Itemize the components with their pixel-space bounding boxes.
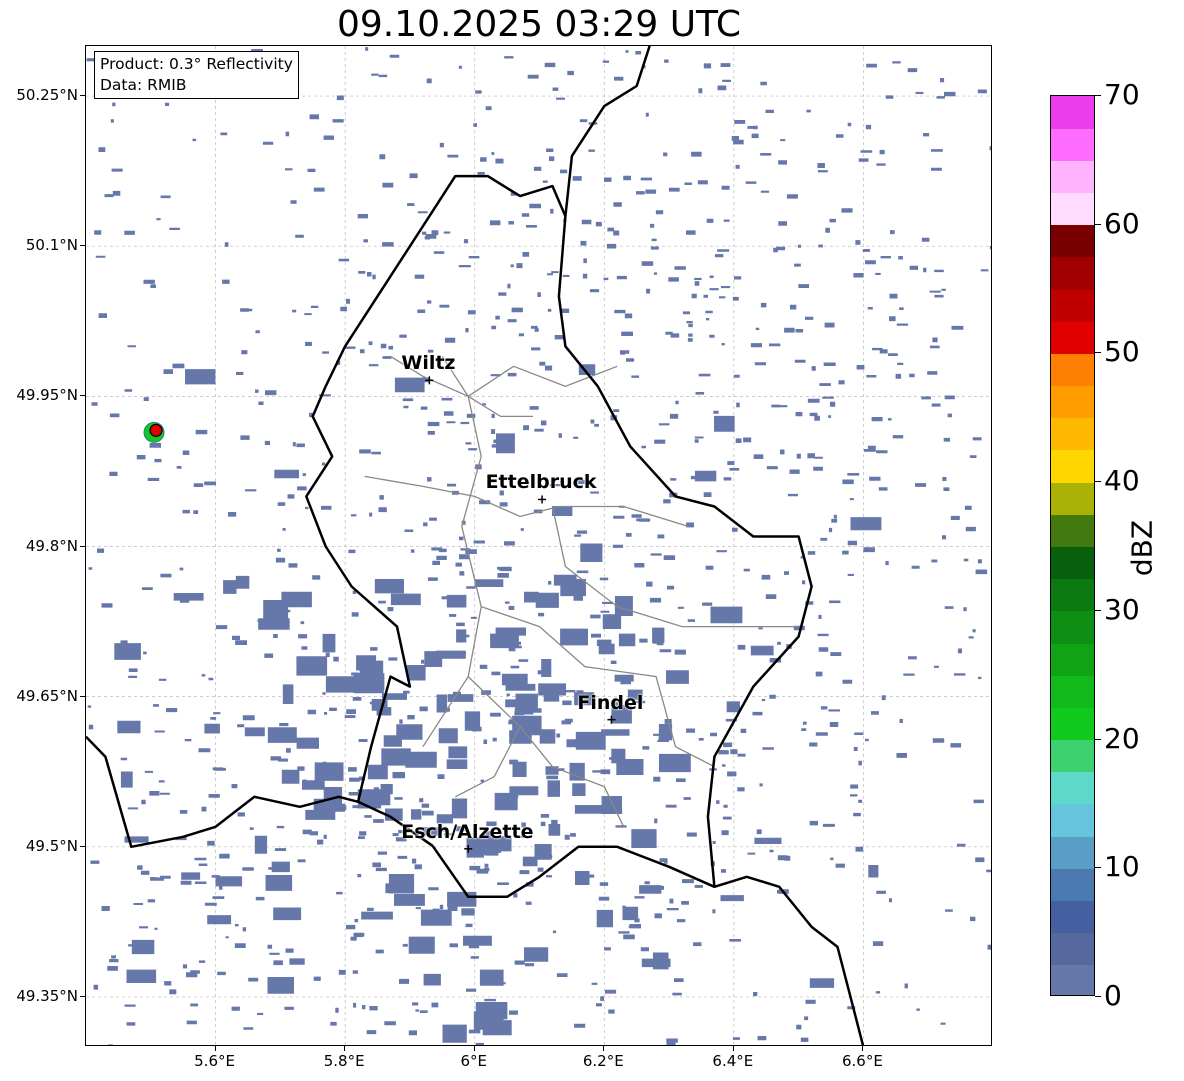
lat-tick <box>80 995 85 997</box>
colorbar-segment <box>1051 578 1094 612</box>
colorbar-tick-label: 20 <box>1104 721 1140 755</box>
colorbar-tick <box>1095 609 1101 611</box>
lat-tick <box>80 395 85 397</box>
colorbar-segment <box>1051 900 1094 934</box>
colorbar <box>1050 95 1095 996</box>
colorbar-segment <box>1051 964 1094 995</box>
colorbar-segment <box>1051 160 1094 194</box>
lon-tick <box>214 1046 216 1051</box>
border-line <box>86 735 359 849</box>
colorbar-segment <box>1051 868 1094 901</box>
city-label: Wiltz <box>401 352 456 375</box>
colorbar-tick <box>1095 996 1101 997</box>
lon-tick <box>344 1046 346 1051</box>
colorbar-segment <box>1051 643 1094 676</box>
radar-site-dot <box>149 423 163 437</box>
colorbar-segment <box>1051 932 1094 966</box>
colorbar-tick-label: 0 <box>1104 979 1122 1012</box>
colorbar-segment <box>1051 707 1094 741</box>
lon-tick-label: 6°E <box>460 1052 487 1070</box>
lat-tick <box>80 245 85 247</box>
colorbar-segment <box>1051 739 1094 773</box>
colorbar-segment <box>1051 514 1094 547</box>
colorbar-segment <box>1051 449 1094 483</box>
gridlines <box>86 46 991 1045</box>
colorbar-tick <box>1095 738 1101 740</box>
lat-tick <box>80 95 85 97</box>
lat-tick-label: 49.95°N <box>16 386 78 405</box>
colorbar-tick-label: 40 <box>1104 464 1140 498</box>
colorbar-tick <box>1095 481 1101 483</box>
lon-tick-label: 6.4°E <box>712 1052 754 1070</box>
colorbar-tick-label: 10 <box>1104 850 1140 884</box>
colorbar-segment <box>1051 321 1094 354</box>
map-title: 09.10.2025 03:29 UTC <box>336 4 742 45</box>
colorbar-segment <box>1051 256 1094 290</box>
city-label: Esch/Alzette <box>401 820 534 843</box>
colorbar-segment <box>1051 803 1094 837</box>
lat-tick-label: 50.25°N <box>16 86 78 105</box>
colorbar-segment <box>1051 836 1094 869</box>
city-label: Ettelbruck <box>485 471 597 494</box>
colorbar-segment <box>1051 192 1094 226</box>
border-line <box>714 875 865 1045</box>
colorbar-segment <box>1051 128 1094 161</box>
lon-tick-label: 6.2°E <box>582 1052 624 1070</box>
colorbar-tick <box>1095 95 1101 96</box>
lat-tick-label: 49.5°N <box>25 836 78 855</box>
lat-tick-label: 49.35°N <box>16 986 78 1005</box>
lon-tick <box>732 1046 734 1051</box>
colorbar-segment <box>1051 482 1094 515</box>
canton-line <box>551 506 799 628</box>
radar-site-marker <box>143 421 165 443</box>
product-info-box: Product: 0.3° Reflectivity Data: RMIB <box>94 51 299 99</box>
colorbar-unit-label: dBZ <box>1125 519 1159 577</box>
lon-tick <box>473 1046 475 1051</box>
colorbar-segment <box>1051 353 1094 387</box>
lon-tick-label: 5.6°E <box>194 1052 235 1070</box>
colorbar-tick-label: 30 <box>1104 592 1140 626</box>
colorbar-segment <box>1051 675 1094 708</box>
colorbar-segment <box>1051 289 1094 322</box>
lat-tick <box>80 695 85 697</box>
colorbar-segment <box>1051 385 1094 419</box>
data-source-label: Data: RMIB <box>100 76 187 94</box>
lat-tick <box>80 845 85 847</box>
radar-map-canvas <box>86 46 991 1045</box>
colorbar-segment <box>1051 224 1094 258</box>
colorbar-tick-label: 70 <box>1104 78 1140 111</box>
colorbar-tick <box>1095 352 1101 354</box>
lat-tick-label: 49.65°N <box>16 686 78 705</box>
lon-tick <box>603 1046 605 1051</box>
colorbar-tick-label: 50 <box>1104 335 1140 369</box>
colorbar-segment <box>1051 96 1094 129</box>
border-line <box>564 46 651 217</box>
lat-tick-label: 50.1°N <box>25 236 78 255</box>
colorbar-segment <box>1051 546 1094 580</box>
colorbar-tick <box>1095 867 1101 869</box>
city-label: Findel <box>577 691 644 714</box>
lon-tick <box>862 1046 864 1051</box>
colorbar-tick <box>1095 223 1101 225</box>
colorbar-tick-label: 60 <box>1104 206 1140 240</box>
lon-tick-label: 5.8°E <box>323 1052 365 1070</box>
colorbar-segment <box>1051 771 1094 805</box>
product-label: Product: 0.3° Reflectivity <box>100 55 293 73</box>
lat-tick <box>80 545 85 547</box>
lon-tick-label: 6.6°E <box>842 1052 883 1070</box>
lat-tick-label: 49.8°N <box>25 536 78 555</box>
colorbar-segment <box>1051 610 1094 644</box>
radar-map[interactable] <box>85 45 992 1046</box>
city-marker <box>538 495 547 504</box>
colorbar-segment <box>1051 417 1094 451</box>
